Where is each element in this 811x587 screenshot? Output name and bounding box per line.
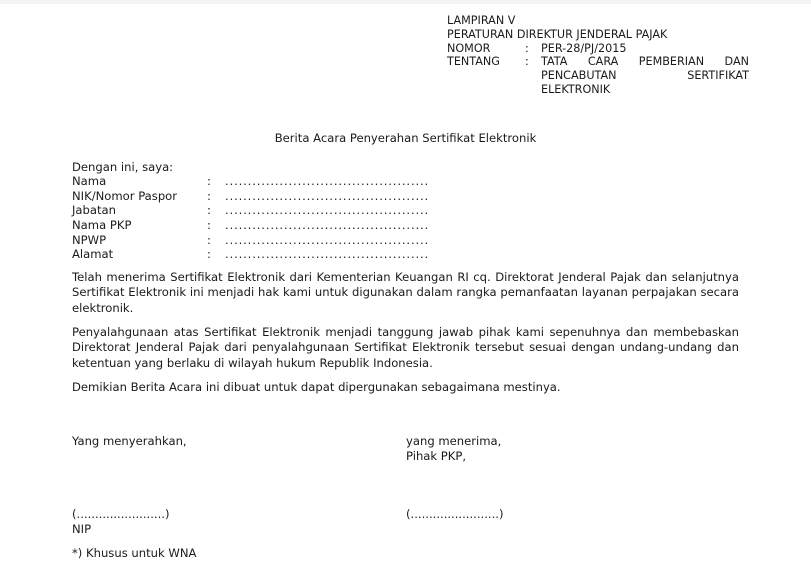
form-input-npwp[interactable]: ........................................… — [225, 233, 449, 248]
form-input-alamat[interactable]: ........................................… — [225, 247, 449, 262]
signature-left-heading-text: Yang menyerahkan, — [72, 434, 187, 448]
header-tentang-line-3: ELEKTRONIK — [541, 82, 611, 96]
body-paragraph-1: Telah menerima Sertifikat Elektronik dar… — [72, 270, 739, 315]
signature-right-heading-line-2: Pihak PKP, — [406, 448, 467, 463]
header-nomor-colon: : — [525, 41, 529, 55]
form-label-jabatan: Jabatan — [72, 203, 116, 218]
signature-left-nip-label: NIP — [72, 521, 92, 536]
form-row-nama-pkp: Nama PKP : .............................… — [72, 218, 492, 233]
form-input-jabatan[interactable]: ........................................… — [225, 203, 449, 218]
header-tentang-row: TENTANG : TATA CARA PEMBERIAN DAN PENCAB… — [447, 55, 749, 96]
document-page: LAMPIRAN V PERATURAN DIREKTUR JENDERAL P… — [0, 0, 811, 587]
form-label-npwp: NPWP — [72, 232, 107, 247]
form-row-npwp: NPWP : .................................… — [72, 233, 492, 248]
signature-right-name-placeholder[interactable]: (........................) — [406, 507, 504, 521]
document-title: Berita Acara Penyerahan Sertifikat Elekt… — [274, 131, 537, 145]
form-row-jabatan: Jabatan : ..............................… — [72, 203, 492, 218]
signature-left-name-block: (........................) NIP — [72, 507, 170, 536]
form-colon-alamat: : — [207, 247, 211, 262]
form-label-nama: Nama — [72, 174, 107, 188]
header-tentang-label: TENTANG — [447, 55, 500, 69]
header-lampiran: LAMPIRAN V — [447, 14, 516, 27]
form-colon-npwp: : — [207, 232, 211, 247]
form-input-nama-pkp[interactable]: ........................................… — [225, 218, 449, 233]
form-fields: Nama : .................................… — [72, 174, 492, 262]
body-paragraph-3: Demikian Berita Acara ini dibuat untuk d… — [72, 380, 561, 394]
header-tentang-line-1: TATA CARA PEMBERIAN DAN — [541, 55, 749, 69]
form-label-alamat: Alamat — [72, 247, 114, 262]
header-tentang-value: TATA CARA PEMBERIAN DAN PENCABUTAN SERTI… — [541, 55, 749, 96]
form-row-alamat: Alamat : ...............................… — [72, 247, 492, 262]
form-label-nik: NIK/Nomor Paspor — [72, 188, 178, 203]
signature-right-heading: yang menerima, Pihak PKP, — [406, 434, 706, 463]
header-nomor-value: PER-28/PJ/2015 — [541, 41, 627, 55]
form-input-nama[interactable]: ........................................… — [225, 174, 449, 189]
header-nomor-row: NOMOR : PER-28/PJ/2015 — [447, 42, 749, 56]
header-nomor-label: NOMOR — [447, 41, 491, 55]
form-colon-nama-pkp: : — [207, 218, 211, 233]
form-intro: Dengan ini, saya: — [72, 160, 174, 174]
footnote: *) Khusus untuk WNA — [72, 546, 197, 560]
signature-left-name-placeholder[interactable]: (........................) — [72, 507, 170, 521]
header-peraturan: PERATURAN DIREKTUR JENDERAL PAJAK — [447, 27, 668, 41]
header-tentang-line-2: PENCABUTAN SERTIFIKAT — [541, 69, 749, 83]
signature-right-heading-line-1: yang menerima, — [406, 434, 502, 448]
form-input-nik[interactable]: ........................................… — [225, 189, 449, 204]
form-row-nama: Nama : .................................… — [72, 174, 492, 189]
document-header: LAMPIRAN V PERATURAN DIREKTUR JENDERAL P… — [447, 14, 749, 97]
form-colon-jabatan: : — [207, 203, 211, 218]
form-row-nik: NIK/Nomor Paspor : .....................… — [72, 189, 492, 204]
form-colon-nik: : — [207, 188, 211, 203]
form-label-nama-pkp: Nama PKP — [72, 218, 132, 233]
header-tentang-colon: : — [525, 55, 529, 69]
signature-left-heading: Yang menyerahkan, — [72, 434, 372, 449]
signature-right-name-block: (........................) — [406, 507, 504, 522]
body-paragraph-2: Penyalahgunaan atas Sertifikat Elektroni… — [72, 325, 739, 370]
form-colon-nama: : — [207, 174, 211, 188]
